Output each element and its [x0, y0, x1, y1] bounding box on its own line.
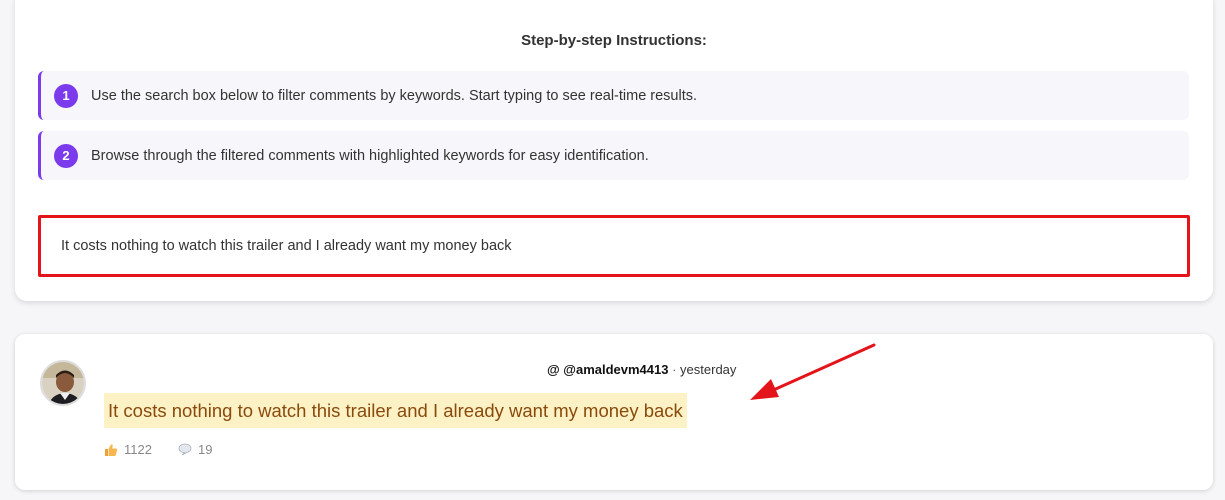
- comment-stats: 1122 19: [104, 442, 238, 457]
- replies-stat: 19: [178, 442, 212, 457]
- comment-text-highlighted: It costs nothing to watch this trailer a…: [104, 393, 687, 428]
- comment-author[interactable]: @ @amaldevm4413: [547, 362, 668, 377]
- likes-stat: 1122: [104, 442, 152, 457]
- thumbs-up-icon: [105, 443, 118, 456]
- instructions-title: Step-by-step Instructions:: [521, 32, 707, 49]
- avatar-photo: [42, 362, 84, 404]
- likes-count: 1122: [124, 442, 152, 457]
- step-text: Browse through the filtered comments wit…: [91, 147, 649, 164]
- red-arrow-icon: [750, 343, 876, 400]
- speech-bubble-icon: [178, 443, 192, 456]
- comment-time: yesterday: [680, 362, 737, 377]
- step-number-badge: 1: [54, 83, 78, 108]
- step-text: Use the search box below to filter comme…: [91, 87, 698, 104]
- instruction-step-1: 1 Use the search box below to filter com…: [38, 71, 1189, 120]
- search-input[interactable]: It costs nothing to watch this trailer a…: [38, 215, 1190, 277]
- avatar: [40, 360, 86, 406]
- comment-meta: @ @amaldevm4413 · yesterday: [547, 362, 736, 377]
- meta-separator: ·: [668, 362, 681, 377]
- comment-card: @ @amaldevm4413 · yesterday It costs not…: [15, 334, 1213, 490]
- step-number-badge: 2: [54, 143, 78, 168]
- replies-count: 19: [197, 442, 213, 457]
- instruction-step-2: 2 Browse through the filtered comments w…: [38, 131, 1189, 180]
